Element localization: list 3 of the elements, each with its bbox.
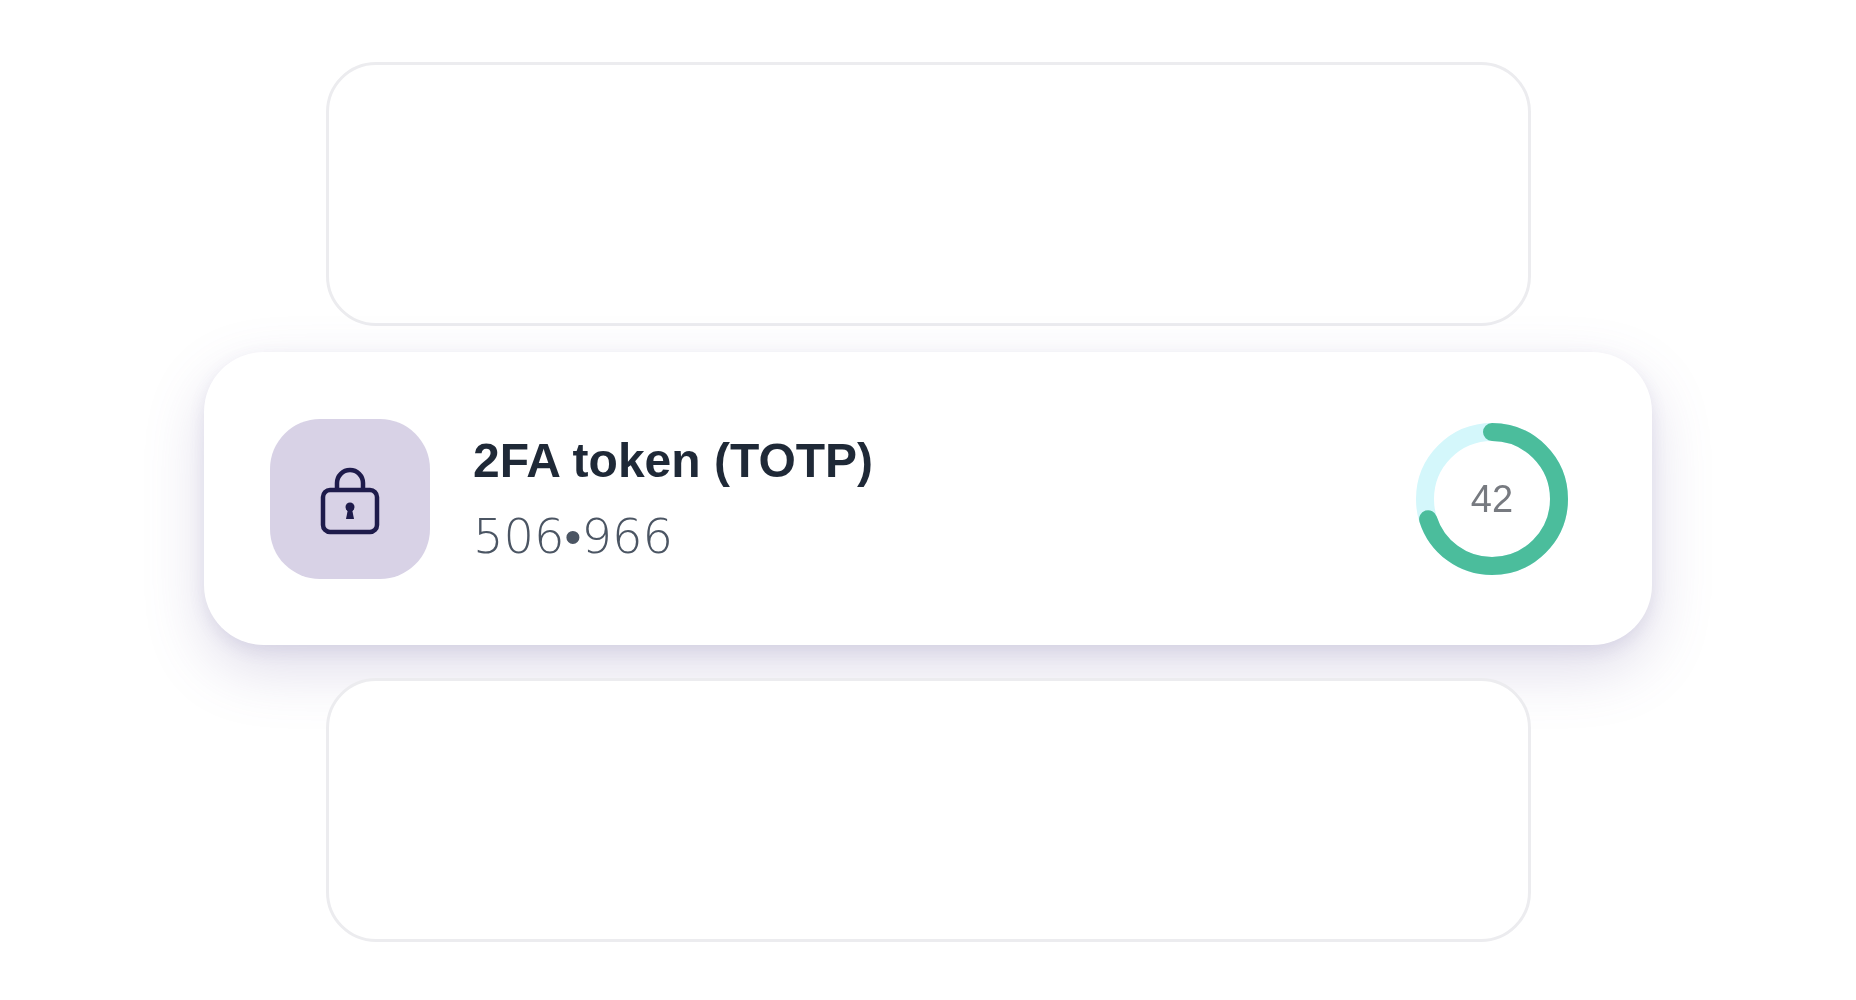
countdown-seconds: 42 — [1470, 477, 1514, 520]
token-code: 506•966 — [473, 509, 675, 563]
token-title: 2FA token (TOTP) — [473, 434, 875, 488]
